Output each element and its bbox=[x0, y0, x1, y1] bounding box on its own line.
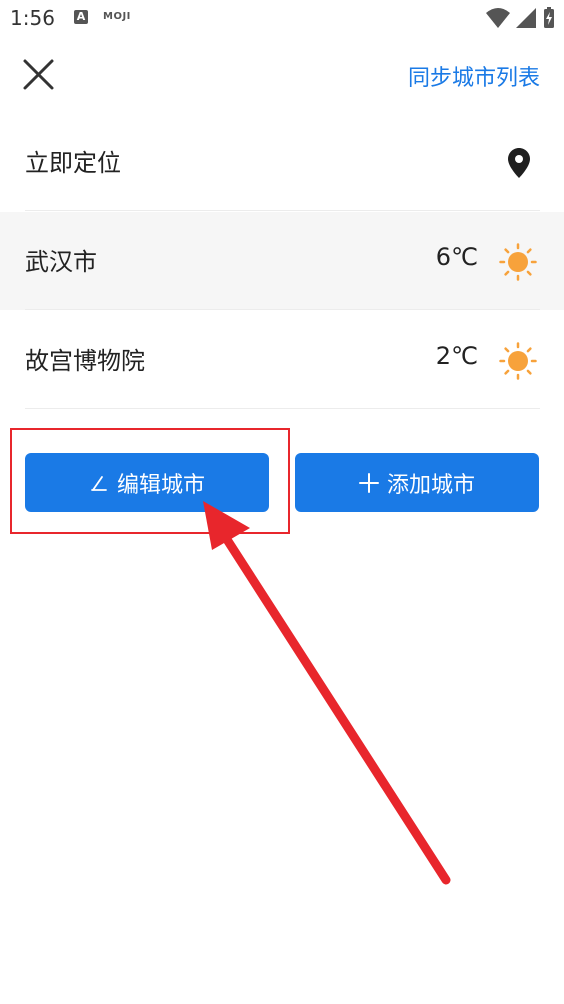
battery-icon bbox=[544, 7, 554, 28]
locate-now-row[interactable]: 立即定位 bbox=[0, 113, 564, 211]
city-row[interactable]: 故宫博物院 2℃ bbox=[0, 311, 564, 409]
close-button[interactable] bbox=[20, 56, 58, 94]
status-bar: 1:56 A MOJI bbox=[0, 0, 564, 38]
sun-icon bbox=[499, 243, 537, 281]
city-name: 武汉市 bbox=[25, 248, 97, 276]
locate-now-label: 立即定位 bbox=[25, 149, 121, 177]
city-temperature: 2℃ bbox=[435, 342, 478, 370]
add-city-button[interactable]: 添加城市 bbox=[295, 453, 539, 512]
edit-pencil-icon bbox=[89, 473, 109, 493]
wifi-icon bbox=[485, 8, 510, 28]
sun-icon bbox=[499, 342, 537, 380]
signal-icon bbox=[515, 8, 536, 28]
notification-app-name: MOJI bbox=[103, 11, 131, 22]
plus-icon bbox=[358, 472, 379, 493]
edit-cities-label: 编辑城市 bbox=[116, 472, 205, 498]
edit-cities-button[interactable]: 编辑城市 bbox=[25, 453, 269, 512]
divider bbox=[25, 210, 540, 211]
add-city-label: 添加城市 bbox=[386, 472, 475, 498]
status-icons bbox=[485, 7, 556, 29]
notification-a-icon: A bbox=[74, 10, 88, 24]
status-time: 1:56 bbox=[10, 6, 55, 30]
close-icon bbox=[23, 59, 54, 90]
city-name: 故宫博物院 bbox=[25, 347, 145, 375]
sync-city-list-link[interactable]: 同步城市列表 bbox=[408, 60, 540, 92]
location-pin-icon bbox=[508, 148, 530, 178]
divider bbox=[25, 309, 540, 310]
divider bbox=[25, 408, 540, 409]
city-temperature: 6℃ bbox=[435, 243, 478, 271]
city-row[interactable]: 武汉市 6℃ bbox=[0, 212, 564, 310]
